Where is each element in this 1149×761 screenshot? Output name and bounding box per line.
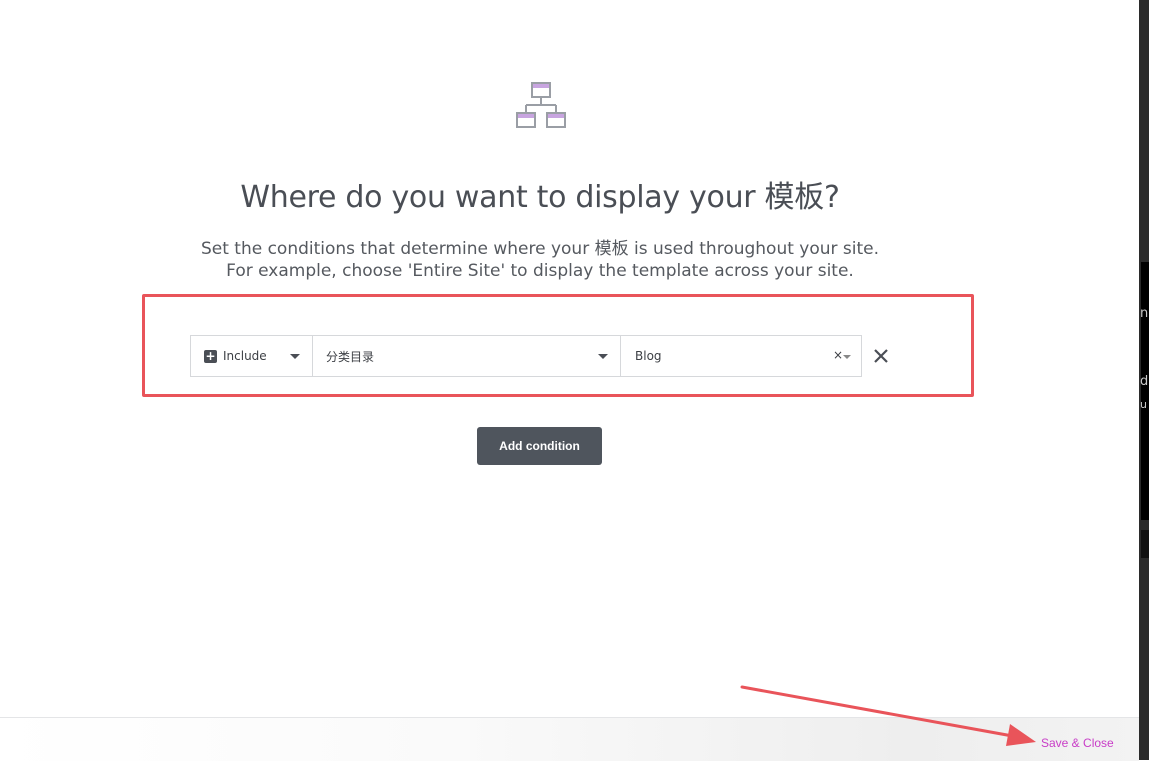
save-close-button[interactable]: Save & Close (1041, 736, 1114, 750)
background-page-edge: n d u (1139, 0, 1149, 760)
conditions-modal: Where do you want to display your 模板? Se… (0, 0, 1139, 761)
clear-value-button[interactable]: × (833, 348, 843, 362)
condition-subtype-select[interactable]: 分类目录 (313, 336, 621, 376)
condition-subtype-label: 分类目录 (326, 349, 375, 364)
close-icon (874, 349, 888, 363)
background-text-fragment: u (1140, 398, 1147, 411)
description-line-1: Set the conditions that determine where … (200, 239, 880, 259)
modal-title: Where do you want to display your 模板? (240, 180, 840, 215)
condition-row: + Include 分类目录 Blog × (190, 335, 862, 377)
chevron-down-icon (843, 355, 851, 359)
background-dark-panel (1141, 262, 1149, 520)
chevron-down-icon (598, 354, 608, 359)
add-condition-button[interactable]: Add condition (477, 427, 602, 465)
condition-type-label: Include (223, 349, 267, 363)
remove-condition-button[interactable] (872, 347, 890, 365)
plus-icon: + (204, 348, 217, 363)
condition-value-label: Blog (635, 349, 662, 363)
modal-footer (0, 717, 1139, 761)
background-dark-bar (1141, 530, 1149, 558)
background-text-fragment: d (1140, 374, 1149, 389)
background-text-fragment: n (1140, 306, 1149, 321)
chevron-down-icon (290, 354, 300, 359)
condition-value-select[interactable]: Blog × (621, 336, 861, 376)
description-line-2: For example, choose 'Entire Site' to dis… (226, 261, 854, 281)
condition-type-select[interactable]: + Include (191, 336, 313, 376)
sitemap-icon (516, 82, 566, 128)
